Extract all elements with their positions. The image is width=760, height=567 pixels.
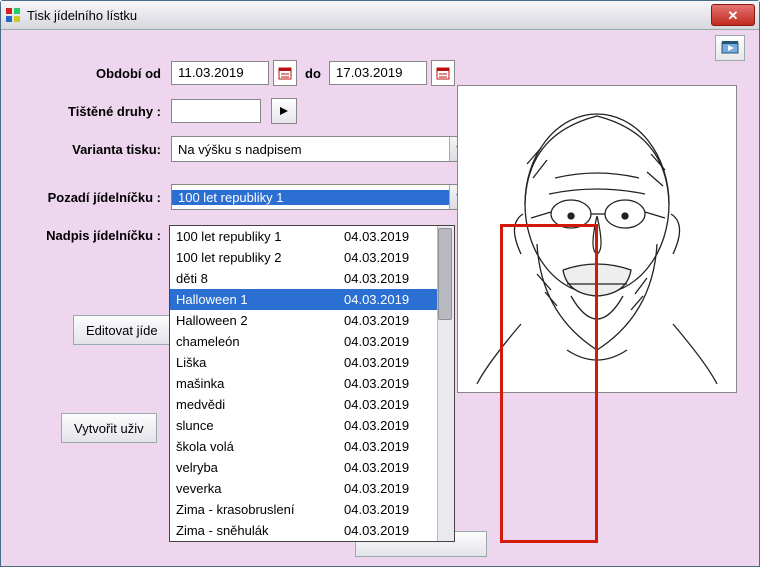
label-print-variant: Varianta tisku: <box>21 142 171 157</box>
dropdown-item[interactable]: Zima - sněhulák04.03.2019 <box>170 520 454 541</box>
dropdown-item-date: 04.03.2019 <box>344 310 436 331</box>
scrollbar[interactable] <box>437 226 454 541</box>
background-value: 100 let republiky 1 <box>172 190 449 205</box>
dropdown-item-date: 04.03.2019 <box>344 247 436 268</box>
dropdown-item-date: 04.03.2019 <box>344 436 436 457</box>
dropdown-item-date: 04.03.2019 <box>344 226 436 247</box>
dropdown-item-date: 04.03.2019 <box>344 268 436 289</box>
dropdown-item[interactable]: chameleón04.03.2019 <box>170 331 454 352</box>
label-heading: Nadpis jídelníčku : <box>21 228 171 243</box>
dropdown-item[interactable]: slunce04.03.2019 <box>170 415 454 436</box>
dropdown-item-name: medvědi <box>176 394 344 415</box>
scrollbar-thumb[interactable] <box>438 228 452 320</box>
app-window: Tisk jídelního lístku ✕ Období od do Tiš… <box>0 0 760 567</box>
app-icon <box>5 7 21 23</box>
dropdown-item[interactable]: Halloween 104.03.2019 <box>170 289 454 310</box>
dropdown-item-name: 100 let republiky 2 <box>176 247 344 268</box>
dropdown-item-date: 04.03.2019 <box>344 415 436 436</box>
row-period: Období od do <box>21 60 739 86</box>
label-printed-types: Tištěné druhy : <box>21 104 171 119</box>
dropdown-item[interactable]: Liška04.03.2019 <box>170 352 454 373</box>
dropdown-item-date: 04.03.2019 <box>344 373 436 394</box>
dropdown-item[interactable]: Halloween 204.03.2019 <box>170 310 454 331</box>
preview-image <box>457 85 737 393</box>
background-dropdown-list[interactable]: 100 let republiky 104.03.2019100 let rep… <box>169 225 455 542</box>
dropdown-item[interactable]: děti 804.03.2019 <box>170 268 454 289</box>
dropdown-item-date: 04.03.2019 <box>344 352 436 373</box>
dropdown-item-date: 04.03.2019 <box>344 499 436 520</box>
create-user-button[interactable]: Vytvořit uživ <box>61 413 157 443</box>
dropdown-item-name: mašinka <box>176 373 344 394</box>
dropdown-item-name: Halloween 2 <box>176 310 344 331</box>
dropdown-item-date: 04.03.2019 <box>344 394 436 415</box>
dropdown-item-name: děti 8 <box>176 268 344 289</box>
dropdown-item-name: Zima - krasobruslení <box>176 499 344 520</box>
dropdown-item-name: Zima - sněhulák <box>176 520 344 541</box>
dropdown-item[interactable]: medvědi04.03.2019 <box>170 394 454 415</box>
dropdown-item-date: 04.03.2019 <box>344 289 436 310</box>
print-variant-value: Na výšku s nadpisem <box>172 142 449 157</box>
dropdown-item-name: slunce <box>176 415 344 436</box>
edit-menu-button[interactable]: Editovat jíde <box>73 315 171 345</box>
dropdown-item-date: 04.03.2019 <box>344 331 436 352</box>
play-icon <box>279 106 289 116</box>
dropdown-item-name: velryba <box>176 457 344 478</box>
label-background: Pozadí jídelníčku : <box>21 190 171 205</box>
dropdown-item-date: 04.03.2019 <box>344 457 436 478</box>
dropdown-item-name: chameleón <box>176 331 344 352</box>
dropdown-item-name: Liška <box>176 352 344 373</box>
label-to: do <box>305 66 321 81</box>
dropdown-item[interactable]: 100 let republiky 204.03.2019 <box>170 247 454 268</box>
titlebar: Tisk jídelního lístku ✕ <box>1 1 759 30</box>
dropdown-item[interactable]: veverka04.03.2019 <box>170 478 454 499</box>
print-variant-select[interactable]: Na výšku s nadpisem <box>171 136 471 162</box>
close-button[interactable]: ✕ <box>711 4 755 26</box>
dropdown-item[interactable]: 100 let republiky 104.03.2019 <box>170 226 454 247</box>
dropdown-item-name: veverka <box>176 478 344 499</box>
dropdown-item-date: 04.03.2019 <box>344 520 436 541</box>
dropdown-item[interactable]: Zima - krasobruslení04.03.2019 <box>170 499 454 520</box>
label-period-from: Období od <box>21 66 171 81</box>
portrait-sketch-icon <box>467 94 727 384</box>
dropdown-item-name: škola volá <box>176 436 344 457</box>
calendar-from-button[interactable] <box>273 60 297 86</box>
dropdown-item[interactable]: škola volá04.03.2019 <box>170 436 454 457</box>
window-title: Tisk jídelního lístku <box>27 8 711 23</box>
close-icon: ✕ <box>728 9 739 22</box>
dropdown-item[interactable]: velryba04.03.2019 <box>170 457 454 478</box>
dropdown-item[interactable]: mašinka04.03.2019 <box>170 373 454 394</box>
date-to-input[interactable] <box>329 61 427 85</box>
dropdown-item-name: Halloween 1 <box>176 289 344 310</box>
background-select[interactable]: 100 let republiky 1 <box>171 184 471 210</box>
play-button[interactable] <box>271 98 297 124</box>
dropdown-item-name: 100 let republiky 1 <box>176 226 344 247</box>
printed-types-input[interactable] <box>171 99 261 123</box>
calendar-to-button[interactable] <box>431 60 455 86</box>
dropdown-item-date: 04.03.2019 <box>344 478 436 499</box>
date-from-input[interactable] <box>171 61 269 85</box>
